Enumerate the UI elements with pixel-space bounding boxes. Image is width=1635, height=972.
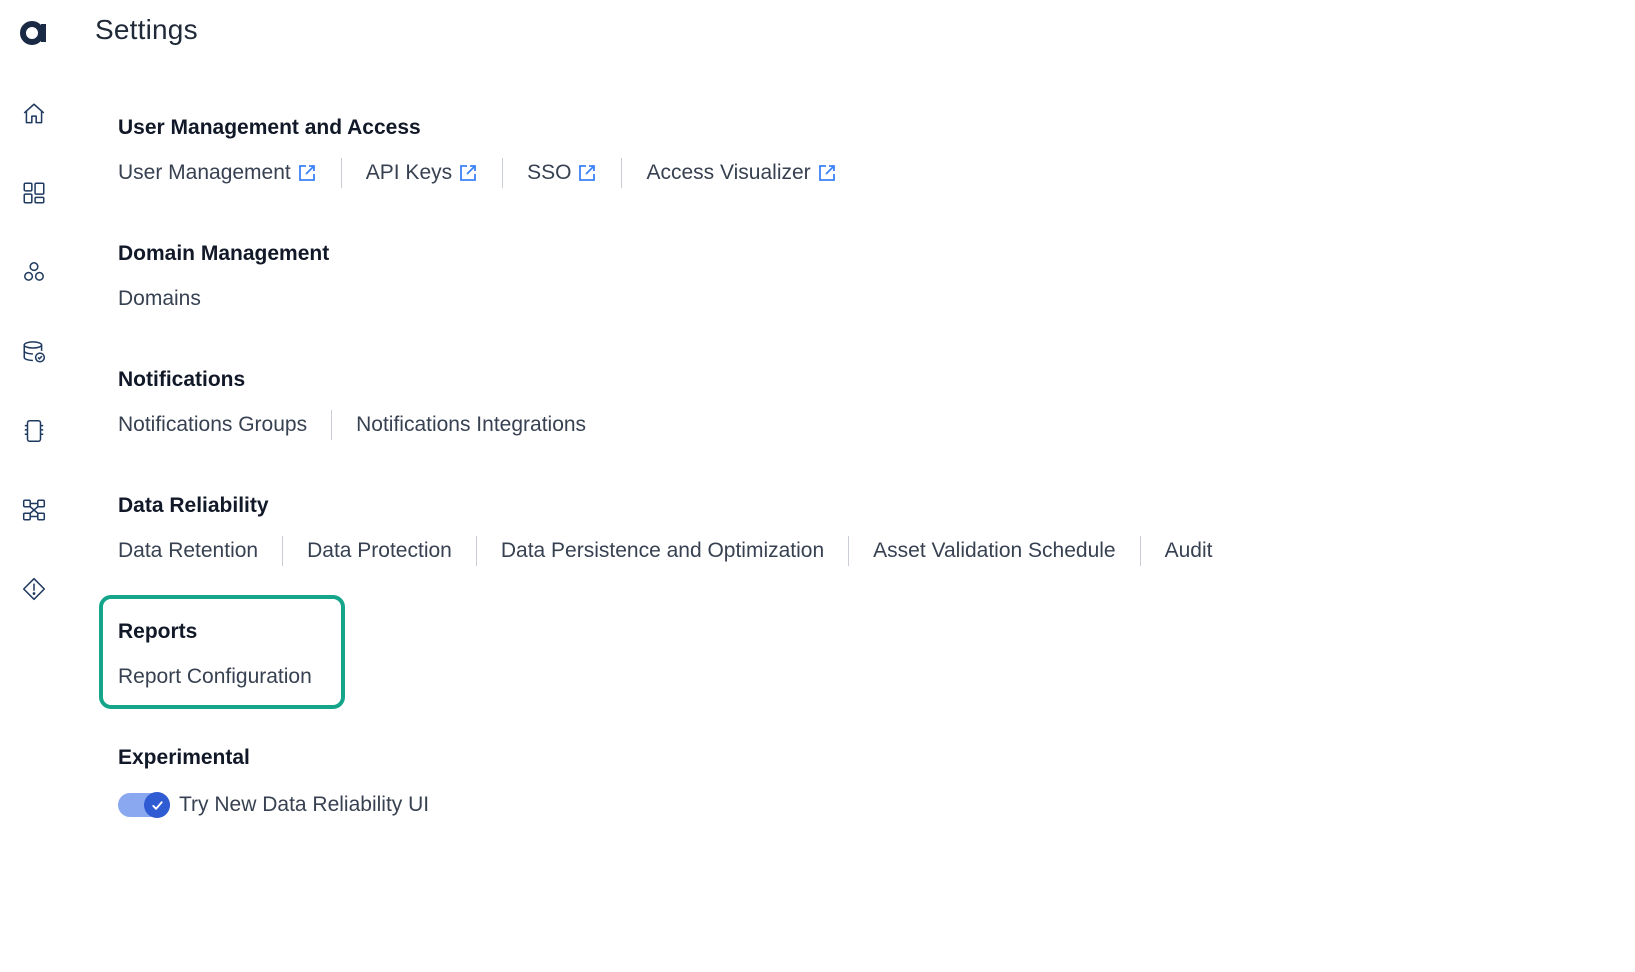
access-visualizer-link[interactable]: Access Visualizer (621, 158, 860, 188)
cluster-icon[interactable] (19, 257, 49, 287)
check-icon (151, 800, 163, 810)
notifications-groups-link[interactable]: Notifications Groups (118, 410, 331, 440)
toggle-label: Try New Data Reliability UI (179, 793, 430, 816)
sidebar (0, 0, 68, 972)
data-check-icon[interactable] (19, 337, 49, 367)
toggle-knob (144, 792, 170, 818)
alert-diamond-icon[interactable] (19, 574, 49, 604)
data-protection-link[interactable]: Data Protection (282, 536, 476, 566)
home-icon[interactable] (19, 99, 49, 129)
section-title: Notifications (118, 368, 246, 391)
report-configuration-link[interactable]: Report Configuration (118, 662, 336, 692)
section-title: Reports (118, 620, 198, 643)
section-user-management: User Management and Access User Manageme… (118, 114, 861, 188)
app-logo[interactable] (19, 14, 49, 48)
section-reports: Reports Report Configuration (118, 618, 336, 692)
link-row: Domains (118, 284, 329, 314)
data-retention-link[interactable]: Data Retention (118, 536, 282, 566)
api-keys-link[interactable]: API Keys (340, 158, 502, 188)
section-experimental: Experimental Try New Data Reliability UI (118, 744, 429, 820)
link-row: User Management API Keys SSO Access Visu… (118, 158, 861, 188)
new-ui-toggle[interactable] (118, 792, 170, 818)
link-label: Access Visualizer (646, 161, 811, 184)
link-label: SSO (527, 161, 572, 184)
external-link-icon (460, 165, 477, 181)
external-link-icon (298, 165, 315, 181)
page-title: Settings (95, 14, 198, 45)
dashboard-icon[interactable] (19, 178, 49, 208)
external-link-icon (818, 165, 835, 181)
pipeline-icon[interactable] (19, 495, 49, 525)
user-management-link[interactable]: User Management (118, 158, 341, 188)
section-title: Data Reliability (118, 494, 269, 517)
section-notifications: Notifications Notifications Groups Notif… (118, 366, 610, 440)
section-title: Experimental (118, 746, 250, 769)
link-row: Data Retention Data Protection Data Pers… (118, 536, 1236, 566)
link-row: Report Configuration (118, 662, 336, 692)
domains-link[interactable]: Domains (118, 284, 225, 314)
link-row: Notifications Groups Notifications Integ… (118, 410, 610, 440)
settings-app: Settings User Management and Access User… (0, 0, 1635, 972)
notifications-integrations-link[interactable]: Notifications Integrations (331, 410, 610, 440)
audit-link[interactable]: Audit (1139, 536, 1237, 566)
data-persistence-link[interactable]: Data Persistence and Optimization (475, 536, 848, 566)
link-label: API Keys (365, 161, 453, 184)
experimental-toggle-row: Try New Data Reliability UI (118, 790, 429, 820)
external-link-icon (579, 165, 596, 181)
sso-link[interactable]: SSO (502, 158, 621, 188)
section-title: User Management and Access (118, 116, 421, 139)
section-data-reliability: Data Reliability Data Retention Data Pro… (118, 492, 1236, 566)
section-domain-management: Domain Management Domains (118, 240, 329, 314)
processor-icon[interactable] (19, 416, 49, 446)
section-title: Domain Management (118, 242, 330, 265)
link-label: User Management (118, 161, 291, 184)
asset-validation-schedule-link[interactable]: Asset Validation Schedule (848, 536, 1139, 566)
